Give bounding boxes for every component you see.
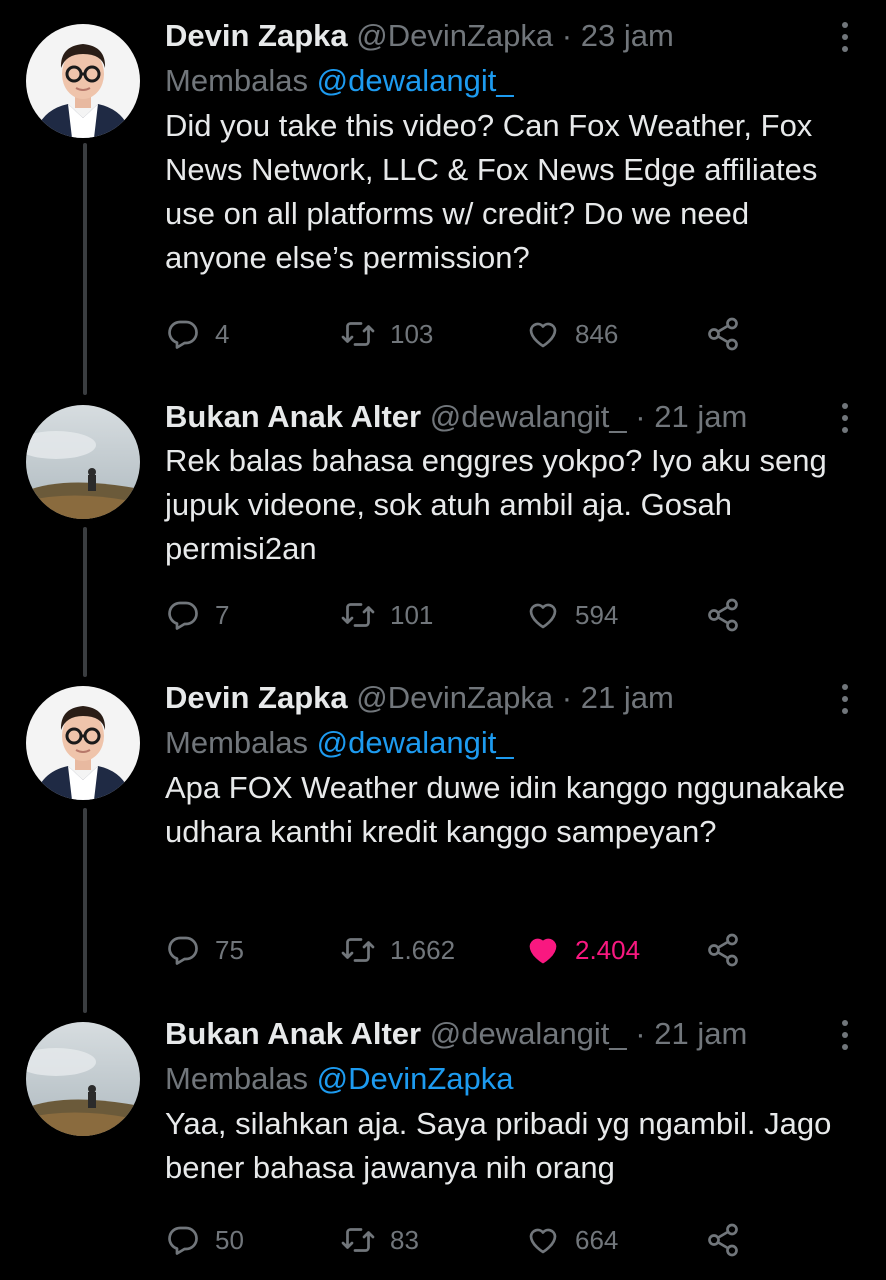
- retweet-button[interactable]: 1.662: [340, 930, 455, 970]
- retweet-icon: [341, 603, 375, 627]
- like-icon: [529, 603, 557, 629]
- tweet-actions: 7 101 594: [165, 595, 765, 635]
- more-icon[interactable]: [838, 403, 852, 437]
- retweet-count: 101: [390, 599, 434, 630]
- display-name[interactable]: Devin Zapka: [165, 680, 348, 715]
- avatar[interactable]: [26, 1022, 140, 1136]
- like-count: 594: [575, 599, 619, 630]
- man-with-glasses-avatar-image: [26, 24, 140, 138]
- share-button[interactable]: [705, 314, 741, 354]
- timestamp[interactable]: 23 jam: [581, 18, 674, 53]
- tweet-actions: 50 83 664: [165, 1220, 765, 1260]
- tweet-header: Devin Zapka @DevinZapka · 23 jam: [165, 14, 846, 58]
- display-name[interactable]: Devin Zapka: [165, 18, 348, 53]
- separator-dot: ·: [635, 1016, 646, 1051]
- retweet-count: 103: [390, 318, 434, 349]
- retweet-button[interactable]: 83: [340, 1220, 419, 1260]
- retweet-button[interactable]: 101: [340, 595, 433, 635]
- replying-to: Membalas @dewalangit_: [165, 58, 846, 104]
- timestamp[interactable]: 21 jam: [654, 1016, 747, 1051]
- reply-icon: [168, 1226, 198, 1255]
- man-with-glasses-avatar-image: [26, 686, 140, 800]
- retweet-icon: [341, 1228, 375, 1252]
- tweet-text: Yaa, silahkan aja. Saya pribadi yg ngamb…: [165, 1106, 832, 1185]
- share-button[interactable]: [705, 595, 741, 635]
- replying-to: Membalas @DevinZapka: [165, 1056, 846, 1102]
- timestamp[interactable]: 21 jam: [654, 399, 747, 434]
- like-button[interactable]: 2.404: [525, 930, 640, 970]
- thread-line: [83, 143, 87, 395]
- user-handle[interactable]: @DevinZapka: [356, 680, 553, 715]
- thread-line: [83, 527, 87, 677]
- like-button[interactable]: 664: [525, 1220, 618, 1260]
- tweet-text: Apa FOX Weather duwe idin kanggo nggunak…: [165, 770, 846, 849]
- avatar[interactable]: [26, 24, 140, 138]
- replying-label: Membalas: [165, 1061, 308, 1096]
- like-count: 846: [575, 318, 619, 349]
- misty-hill-landscape-avatar-image: [26, 405, 140, 519]
- replying-label: Membalas: [165, 63, 308, 98]
- more-icon[interactable]: [838, 22, 852, 56]
- like-count: 664: [575, 1224, 619, 1255]
- share-icon: [708, 317, 738, 351]
- like-icon: [529, 322, 557, 348]
- user-handle[interactable]: @DevinZapka: [356, 18, 553, 53]
- like-button[interactable]: 594: [525, 595, 618, 635]
- mention-link[interactable]: @DevinZapka: [317, 1061, 514, 1096]
- tweet-actions: 4 103 846: [165, 314, 765, 354]
- tweet-actions: 75 1.662 2.404: [165, 930, 765, 970]
- separator-dot: ·: [561, 18, 573, 53]
- mention-link[interactable]: @dewalangit_: [317, 725, 514, 760]
- reply-count: 4: [215, 318, 230, 349]
- replying-label: Membalas: [165, 725, 308, 760]
- user-handle[interactable]: @dewalangit_: [430, 399, 627, 434]
- share-icon: [708, 598, 738, 632]
- reply-button[interactable]: 50: [165, 1220, 244, 1260]
- avatar[interactable]: [26, 686, 140, 800]
- reply-count: 7: [215, 599, 230, 630]
- more-icon[interactable]: [838, 684, 852, 718]
- display-name[interactable]: Bukan Anak Alter: [165, 399, 421, 434]
- separator-dot: ·: [635, 399, 646, 434]
- retweet-icon: [341, 938, 375, 962]
- like-icon: [529, 1228, 557, 1254]
- share-icon: [708, 933, 738, 967]
- avatar[interactable]: [26, 405, 140, 519]
- tweet-text: Rek balas bahasa enggres yokpo? Iyo aku …: [165, 443, 827, 566]
- reply-icon: [168, 936, 198, 965]
- reply-icon: [168, 320, 198, 349]
- separator-dot: ·: [561, 680, 573, 715]
- more-icon[interactable]: [838, 1020, 852, 1054]
- replying-to: Membalas @dewalangit_: [165, 720, 846, 766]
- mention-link[interactable]: @dewalangit_: [317, 63, 514, 98]
- timestamp[interactable]: 21 jam: [581, 680, 674, 715]
- reply-button[interactable]: 75: [165, 930, 244, 970]
- reply-button[interactable]: 7: [165, 595, 229, 635]
- tweet-header: Bukan Anak Alter @dewalangit_ · 21 jam: [165, 1012, 846, 1056]
- share-button[interactable]: [705, 1220, 741, 1260]
- reply-count: 50: [215, 1224, 244, 1255]
- thread-line: [83, 808, 87, 1013]
- like-icon-filled: [529, 938, 557, 964]
- share-button[interactable]: [705, 930, 741, 970]
- tweet-header: Bukan Anak Alter @dewalangit_ · 21 jam: [165, 395, 846, 439]
- retweet-button[interactable]: 103: [340, 314, 433, 354]
- reply-icon: [168, 601, 198, 630]
- retweet-count: 83: [390, 1224, 419, 1255]
- retweet-icon: [341, 322, 375, 346]
- reply-button[interactable]: 4: [165, 314, 229, 354]
- reply-count: 75: [215, 934, 244, 965]
- share-icon: [708, 1223, 738, 1257]
- display-name[interactable]: Bukan Anak Alter: [165, 1016, 421, 1051]
- retweet-count: 1.662: [390, 934, 456, 965]
- user-handle[interactable]: @dewalangit_: [430, 1016, 627, 1051]
- tweet-text: Did you take this video? Can Fox Weather…: [165, 108, 818, 275]
- like-button[interactable]: 846: [525, 314, 618, 354]
- tweet-header: Devin Zapka @DevinZapka · 21 jam: [165, 676, 846, 720]
- misty-hill-landscape-avatar-image: [26, 1022, 140, 1136]
- like-count: 2.404: [575, 934, 641, 965]
